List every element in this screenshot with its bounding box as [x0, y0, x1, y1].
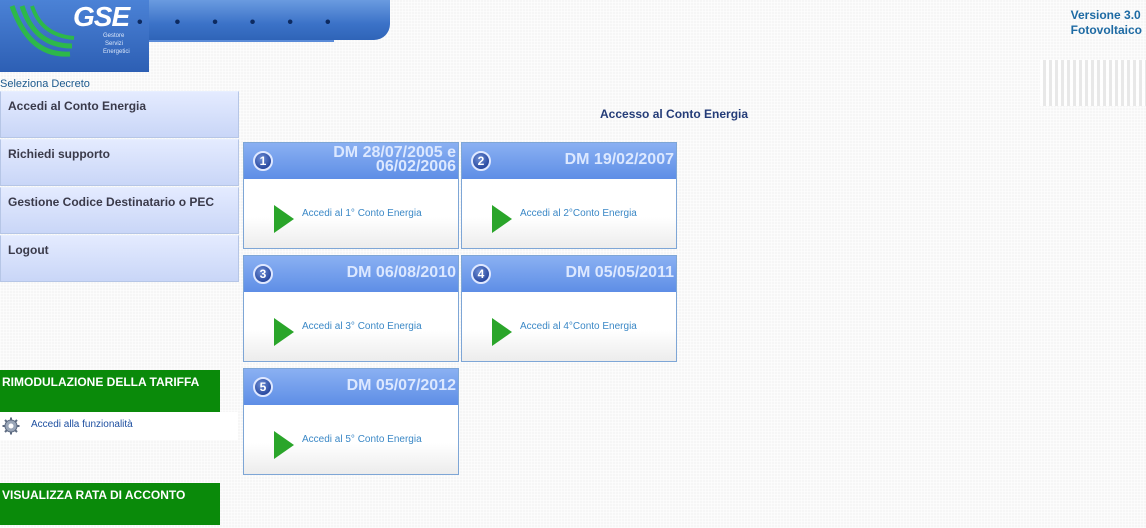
logo-subtitle: Gestore Servizi Energetici — [103, 32, 130, 56]
header-banner: GSE Gestore Servizi Energetici •••••• — [0, 0, 390, 72]
card-link[interactable]: Accedi al 2°Conto Energia — [520, 208, 637, 219]
card-title: DM 05/07/2012 — [346, 377, 456, 394]
gear-icon — [2, 417, 20, 435]
card-body: Accedi al 3° Conto Energia — [244, 292, 458, 361]
play-arrow-icon[interactable] — [492, 318, 512, 346]
rimodulazione-link-row[interactable]: Accedi alla funzionalità — [0, 412, 238, 440]
play-arrow-icon[interactable] — [274, 431, 294, 459]
sidebar-menu: Accedi al Conto Energia Richiedi support… — [0, 91, 239, 283]
product-label: Fotovoltaico — [1070, 23, 1142, 37]
card-header: 3 DM 06/08/2010 — [244, 256, 458, 292]
card-header: 5 DM 05/07/2012 — [244, 369, 458, 405]
page-title: Accesso al Conto Energia — [600, 107, 749, 121]
card-body: Accedi al 1° Conto Energia — [244, 179, 458, 248]
sidebar-item-logout[interactable]: Logout — [0, 235, 239, 282]
card-header: 2 DM 19/02/2007 — [462, 143, 676, 179]
conto-energia-card-5: 5 DM 05/07/2012 Accedi al 5° Conto Energ… — [243, 368, 459, 475]
card-body: Accedi al 2°Conto Energia — [462, 179, 676, 248]
card-number-badge: 4 — [471, 264, 491, 284]
card-number-badge: 5 — [253, 377, 273, 397]
conto-energia-card-3: 3 DM 06/08/2010 Accedi al 3° Conto Energ… — [243, 255, 459, 362]
play-arrow-icon[interactable] — [492, 205, 512, 233]
decorative-stripes — [1040, 60, 1146, 106]
card-number-badge: 2 — [471, 151, 491, 171]
play-arrow-icon[interactable] — [274, 205, 294, 233]
logo-subtitle-line: Gestore — [103, 33, 125, 39]
banner-dots: •••••• — [137, 14, 363, 31]
card-title-line: 06/02/2006 — [375, 158, 456, 175]
rata-acconto-header[interactable]: VISUALIZZA RATA DI ACCONTO — [0, 483, 220, 525]
card-link[interactable]: Accedi al 5° Conto Energia — [302, 434, 422, 445]
card-body: Accedi al 5° Conto Energia — [244, 405, 458, 474]
card-number-badge: 1 — [253, 151, 273, 171]
card-link[interactable]: Accedi al 3° Conto Energia — [302, 321, 422, 332]
logo-text: GSE — [73, 1, 130, 32]
card-title: DM 05/05/2011 — [565, 264, 674, 281]
play-arrow-icon[interactable] — [274, 318, 294, 346]
gse-swoosh-icon — [9, 5, 75, 57]
version-label: Versione 3.0 — [1070, 8, 1141, 22]
card-header: 4 DM 05/05/2011 — [462, 256, 676, 292]
logo-subtitle-line: Energetici — [103, 49, 130, 55]
rimodulazione-header: RIMODULAZIONE DELLA TARIFFA — [0, 370, 220, 412]
card-title: DM 19/02/2007 — [564, 151, 674, 168]
card-title: DM 28/07/2005 e 06/02/2006 — [286, 145, 456, 175]
card-number-badge: 3 — [253, 264, 273, 284]
logo-subtitle-line: Servizi — [105, 41, 124, 47]
banner-underline — [149, 40, 334, 42]
sidebar-item-accedi-conto-energia[interactable]: Accedi al Conto Energia — [0, 91, 239, 138]
section-label: Seleziona Decreto — [0, 78, 90, 90]
card-link[interactable]: Accedi al 1° Conto Energia — [302, 208, 422, 219]
conto-energia-card-1: 1 DM 28/07/2005 e 06/02/2006 Accedi al 1… — [243, 142, 459, 249]
conto-energia-card-2: 2 DM 19/02/2007 Accedi al 2°Conto Energi… — [461, 142, 677, 249]
sidebar-item-gestione-codice[interactable]: Gestione Codice Destinatario o PEC — [0, 187, 239, 234]
sidebar-item-richiedi-supporto[interactable]: Richiedi supporto — [0, 139, 239, 186]
conto-energia-card-4: 4 DM 05/05/2011 Accedi al 4°Conto Energi… — [461, 255, 677, 362]
card-body: Accedi al 4°Conto Energia — [462, 292, 676, 361]
rimodulazione-link[interactable]: Accedi alla funzionalità — [31, 419, 133, 430]
card-header: 1 DM 28/07/2005 e 06/02/2006 — [244, 143, 458, 179]
card-link[interactable]: Accedi al 4°Conto Energia — [520, 321, 637, 332]
gse-logo[interactable]: GSE Gestore Servizi Energetici — [0, 0, 149, 72]
card-title: DM 06/08/2010 — [346, 264, 456, 281]
version-info: Versione 3.0 Fotovoltaico — [1071, 8, 1142, 38]
